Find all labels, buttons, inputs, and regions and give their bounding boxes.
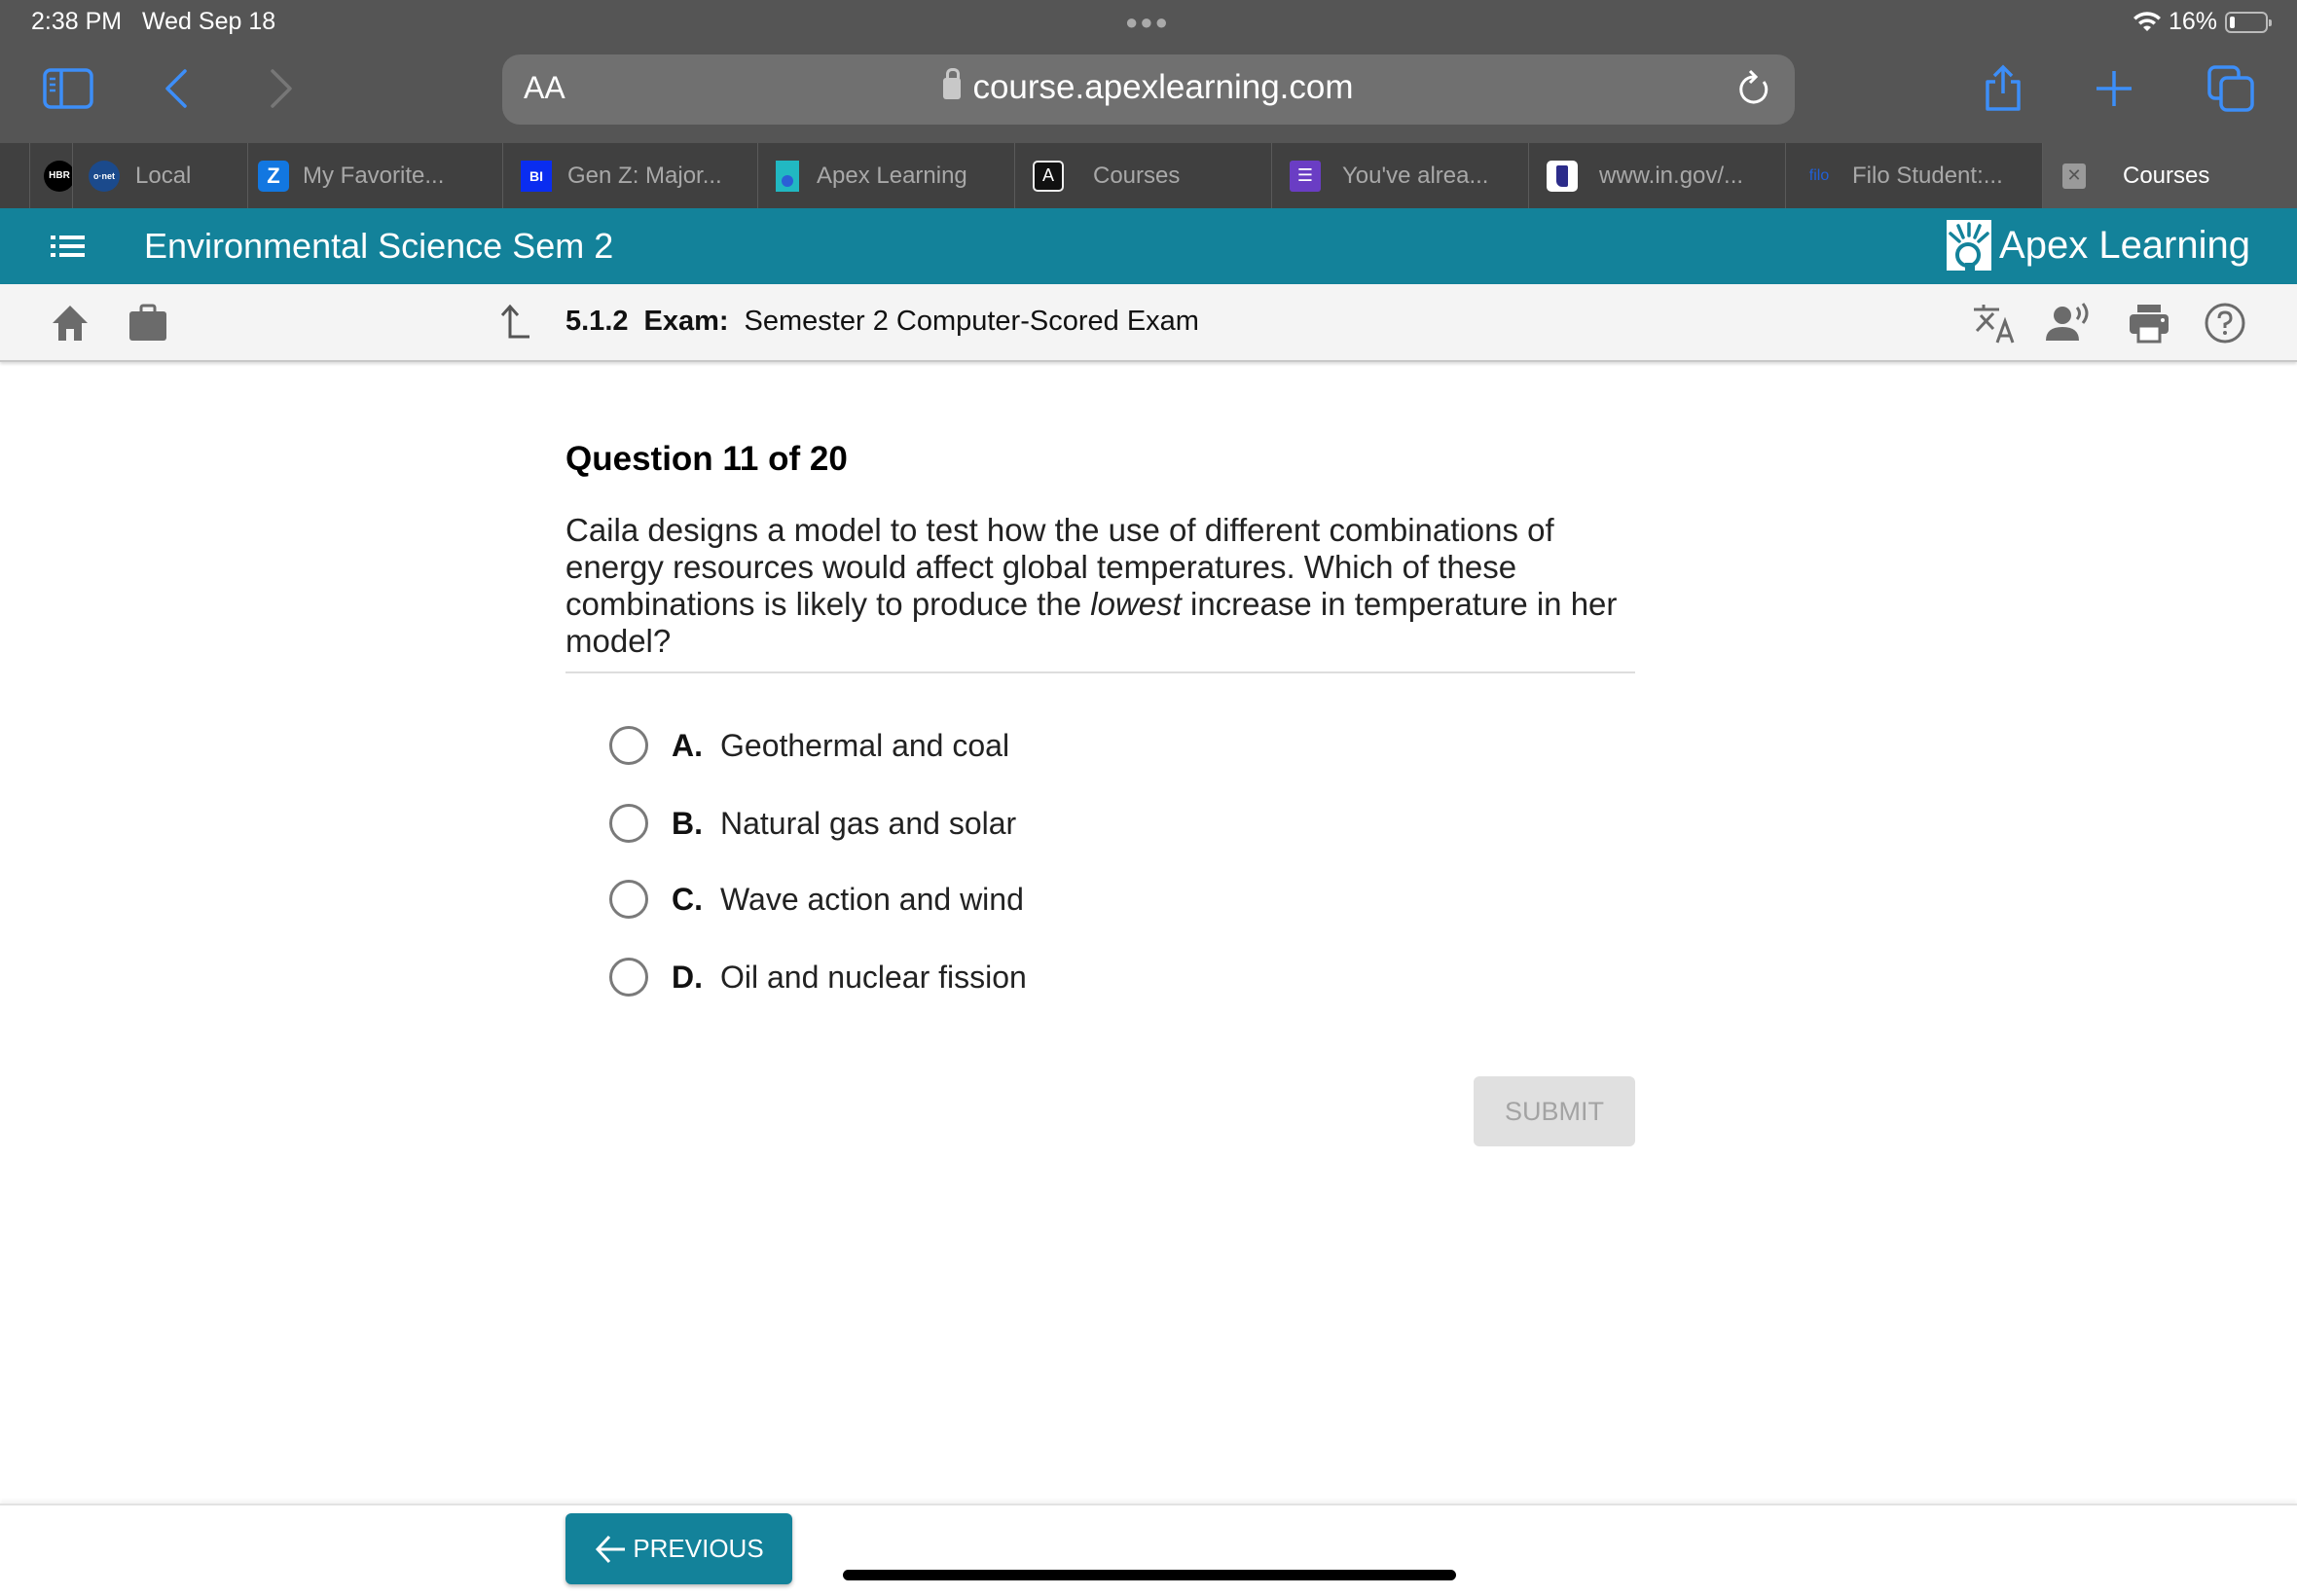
plus-icon bbox=[2096, 71, 2132, 106]
home-icon[interactable] bbox=[49, 302, 91, 345]
course-header: Environmental Science Sem 2 Apex Learnin… bbox=[0, 208, 2297, 284]
tab-label: www.in.gov/... bbox=[1599, 162, 1744, 189]
tab-label: Gen Z: Major... bbox=[567, 162, 722, 189]
url-display[interactable]: course.apexlearning.com bbox=[502, 68, 1795, 107]
answer-option-c[interactable]: C. Wave action and wind bbox=[609, 870, 1024, 928]
option-letter: D. bbox=[672, 959, 703, 995]
radio-button[interactable] bbox=[609, 804, 648, 843]
close-tab-icon[interactable]: ✕ bbox=[2062, 163, 2086, 189]
answer-option-b[interactable]: B. Natural gas and solar bbox=[609, 794, 1016, 852]
lesson-title: Semester 2 Computer-Scored Exam bbox=[744, 306, 1199, 337]
tab-label: Apex Learning bbox=[817, 162, 967, 189]
up-level-icon[interactable] bbox=[496, 302, 531, 345]
option-text: Natural gas and solar bbox=[720, 805, 1017, 841]
option-letter: B. bbox=[672, 805, 703, 841]
sidebar-toggle-button[interactable] bbox=[43, 60, 93, 117]
tab-label: Filo Student:... bbox=[1852, 162, 2003, 189]
option-letter: C. bbox=[672, 881, 703, 917]
browser-tab-hbr[interactable]: HBR bbox=[29, 143, 72, 208]
lesson-toolbar: 5.1.2 Exam: Semester 2 Computer-Scored E… bbox=[0, 284, 2297, 362]
radio-button[interactable] bbox=[609, 958, 648, 997]
bi-favicon-icon: BI bbox=[521, 160, 552, 192]
apex-favicon-icon bbox=[776, 160, 799, 192]
sidebar-icon bbox=[43, 68, 93, 109]
tab-label: Courses bbox=[1093, 162, 1181, 189]
battery-icon bbox=[2225, 11, 2272, 33]
hbr-favicon-icon: HBR bbox=[44, 160, 72, 192]
browser-tab-filo[interactable]: filo Filo Student:... bbox=[1785, 143, 2042, 208]
browser-tab-local[interactable]: o·net Local bbox=[72, 143, 247, 208]
print-icon[interactable] bbox=[2128, 302, 2170, 345]
option-text: Oil and nuclear fission bbox=[720, 959, 1027, 995]
tab-label: You've alrea... bbox=[1342, 162, 1489, 189]
tabs-overview-button[interactable] bbox=[2207, 60, 2254, 117]
apex-learning-logo[interactable]: Apex Learning bbox=[1947, 220, 2250, 271]
tabs-icon bbox=[2207, 65, 2254, 112]
help-icon[interactable] bbox=[2204, 302, 2246, 345]
divider bbox=[565, 671, 1635, 673]
answer-option-d[interactable]: D. Oil and nuclear fission bbox=[609, 948, 1027, 1006]
bottom-navigation-bar bbox=[0, 1504, 2297, 1596]
text-to-speech-icon[interactable] bbox=[2046, 302, 2093, 345]
radio-button[interactable] bbox=[609, 726, 648, 765]
menu-list-icon[interactable] bbox=[49, 230, 88, 263]
prompt-emphasis: lowest bbox=[1090, 586, 1182, 622]
battery-percent: 16% bbox=[2168, 8, 2217, 35]
a-favicon-icon: A bbox=[1033, 160, 1064, 192]
forms-favicon-icon: ☰ bbox=[1290, 160, 1321, 192]
status-time: 2:38 PM bbox=[31, 8, 123, 35]
tab-label: Local bbox=[135, 162, 192, 189]
browser-tab-in-gov[interactable]: www.in.gov/... bbox=[1528, 143, 1785, 208]
zillow-favicon-icon: Z bbox=[258, 160, 289, 192]
apex-logo-icon bbox=[1947, 220, 1992, 271]
onet-favicon-icon: o·net bbox=[89, 160, 120, 192]
reload-icon[interactable] bbox=[1734, 68, 1773, 111]
previous-label: PREVIOUS bbox=[633, 1534, 764, 1563]
browser-tab-forms[interactable]: ☰ You've alrea... bbox=[1271, 143, 1528, 208]
tab-label: Courses bbox=[2123, 162, 2210, 189]
previous-button[interactable]: PREVIOUS bbox=[565, 1513, 792, 1584]
lesson-number: 5.1.2 bbox=[565, 306, 629, 337]
multitasking-dots-icon[interactable]: ●●● bbox=[1125, 10, 1170, 35]
lesson-breadcrumb: 5.1.2 Exam: Semester 2 Computer-Scored E… bbox=[565, 306, 1199, 338]
option-text: Geothermal and coal bbox=[720, 727, 1010, 763]
chevron-left-icon bbox=[165, 69, 187, 108]
question-title: Question 11 of 20 bbox=[565, 440, 848, 478]
indiana-favicon-icon bbox=[1547, 160, 1578, 192]
browser-tab-apex-learning[interactable]: Apex Learning bbox=[757, 143, 1014, 208]
status-date: Wed Sep 18 bbox=[142, 8, 276, 35]
url-text: course.apexlearning.com bbox=[972, 68, 1354, 106]
translate-icon[interactable] bbox=[1972, 302, 2017, 345]
browser-tab-courses[interactable]: A Courses bbox=[1014, 143, 1271, 208]
course-title: Environmental Science Sem 2 bbox=[144, 226, 614, 266]
radio-button[interactable] bbox=[609, 880, 648, 919]
option-letter: A. bbox=[672, 727, 703, 763]
option-text: Wave action and wind bbox=[720, 881, 1024, 917]
share-icon bbox=[1986, 64, 2021, 111]
lock-icon bbox=[943, 68, 962, 99]
browser-tab-bar: HBR o·net Local Z My Favorite... BI Gen … bbox=[0, 143, 2297, 208]
question-prompt: Caila designs a model to test how the us… bbox=[565, 512, 1646, 660]
tab-spacer bbox=[0, 143, 29, 208]
wifi-icon bbox=[2133, 11, 2161, 31]
browser-tab-gen-z[interactable]: BI Gen Z: Major... bbox=[502, 143, 757, 208]
filo-favicon-icon: filo bbox=[1808, 166, 1830, 184]
new-tab-button[interactable] bbox=[2095, 60, 2133, 117]
share-button[interactable] bbox=[1982, 60, 2024, 117]
briefcase-icon[interactable] bbox=[127, 302, 169, 345]
forward-button[interactable] bbox=[267, 60, 296, 117]
lesson-kind: Exam: bbox=[643, 306, 729, 337]
back-button[interactable] bbox=[162, 60, 191, 117]
chevron-right-icon bbox=[271, 69, 292, 108]
arrow-left-icon bbox=[596, 1535, 626, 1563]
home-indicator[interactable] bbox=[843, 1570, 1456, 1580]
browser-tab-my-favorite[interactable]: Z My Favorite... bbox=[247, 143, 502, 208]
tab-label: My Favorite... bbox=[303, 162, 445, 189]
submit-button[interactable]: SUBMIT bbox=[1474, 1076, 1635, 1146]
address-bar[interactable]: AA course.apexlearning.com bbox=[502, 54, 1795, 125]
browser-tab-courses-active[interactable]: ✕ Courses bbox=[2042, 143, 2297, 208]
apex-brand-text: Apex Learning bbox=[1999, 223, 2250, 267]
answer-option-a[interactable]: A. Geothermal and coal bbox=[609, 716, 1009, 775]
status-indicators: 16% bbox=[2133, 8, 2272, 36]
